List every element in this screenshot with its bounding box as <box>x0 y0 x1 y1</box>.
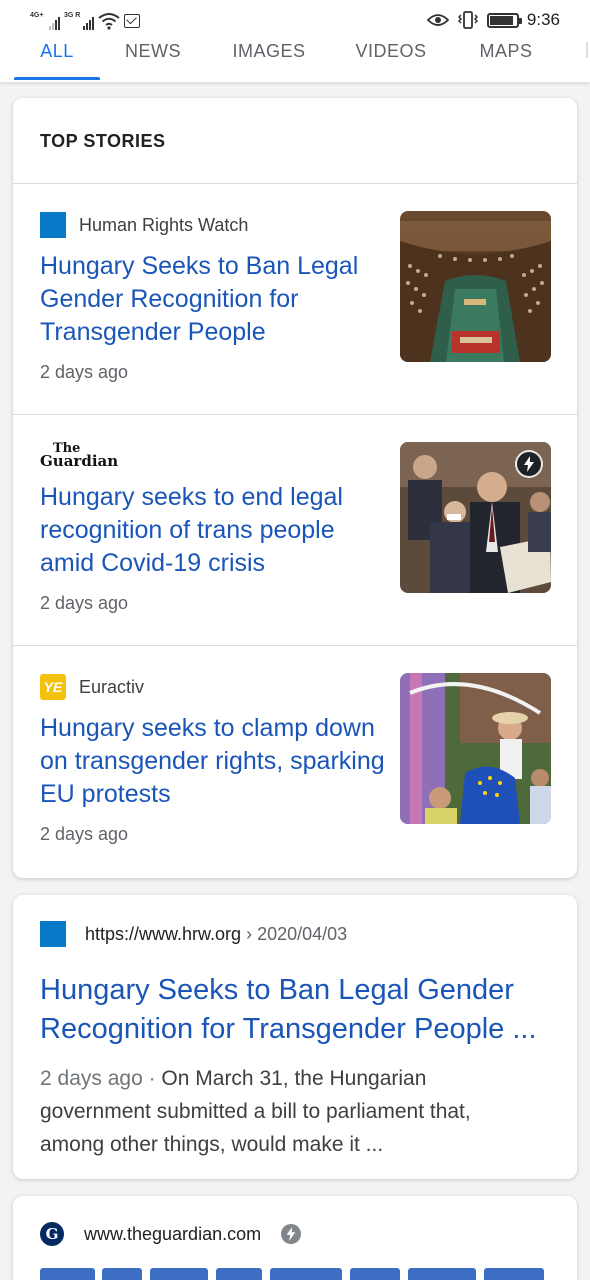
tab-videos[interactable]: VIDEOS <box>346 40 436 82</box>
battery-icon <box>486 12 522 28</box>
active-tab-indicator <box>14 77 100 80</box>
result-domain: https://www.hrw.org <box>85 923 242 944</box>
wifi-icon <box>98 13 120 30</box>
result-source[interactable]: https://www.hrw.org › 2020/04/03 <box>40 921 347 947</box>
search-result: www.theguardian.com <box>13 1196 577 1280</box>
result-url: https://www.hrw.org › 2020/04/03 <box>85 924 347 945</box>
tab-label: ALL <box>40 41 74 61</box>
tab-news[interactable]: NEWS <box>115 40 191 82</box>
tab-label: MAPS <box>479 41 533 61</box>
result-source[interactable]: www.theguardian.com <box>40 1222 302 1246</box>
status-bar: 4G+ 3G R 9:36 <box>0 0 590 40</box>
story-source: YE Euractiv <box>40 674 144 700</box>
story-headline[interactable]: Hungary seeks to end legal recognition o… <box>40 481 385 580</box>
story-age: 2 days ago <box>40 362 129 382</box>
network-type-label: 3G R <box>64 12 81 19</box>
source-name: Human Rights Watch <box>79 214 249 235</box>
story-headline[interactable]: Hungary Seeks to Ban Legal Gender Recogn… <box>40 250 385 349</box>
vibrate-icon <box>457 11 478 29</box>
news-story[interactable]: Human Rights Watch Hungary Seeks to Ban … <box>13 184 577 415</box>
message-icon <box>124 14 140 28</box>
top-stories-card: TOP STORIES Human Rights Watch Hungary S… <box>13 98 577 878</box>
story-thumbnail[interactable] <box>400 673 551 824</box>
tab-overflow[interactable] <box>586 42 590 58</box>
result-path: › 2020/04/03 <box>246 923 348 944</box>
status-left: 4G+ 3G R <box>30 10 140 30</box>
separator: · <box>142 1067 162 1090</box>
amp-badge-icon <box>517 452 541 476</box>
euractiv-favicon-icon: YE <box>40 674 66 700</box>
result-domain: www.theguardian.com <box>84 1223 262 1244</box>
hrw-favicon-icon <box>40 921 66 947</box>
result-snippet: 2 days ago · On March 31, the Hungarian … <box>40 1062 540 1161</box>
search-tabs: ALL NEWS IMAGES VIDEOS MAPS <box>0 40 590 82</box>
story-headline[interactable]: Hungary seeks to clamp down on transgend… <box>40 712 385 811</box>
signal-icon: 4G+ <box>30 12 60 30</box>
search-result: https://www.hrw.org › 2020/04/03 Hungary… <box>13 895 577 1179</box>
amp-icon <box>281 1224 302 1244</box>
story-source: The Guardian <box>40 442 119 470</box>
result-date: 2 days ago <box>40 1067 143 1090</box>
result-title[interactable]: Hungary Seeks to Ban Legal Gender Recogn… <box>40 971 555 1049</box>
story-age: 2 days ago <box>40 824 129 844</box>
network-type-label: 4G+ <box>30 12 44 19</box>
story-thumbnail[interactable] <box>400 211 551 362</box>
news-story[interactable]: YE Euractiv Hungary seeks to clamp down … <box>13 646 577 877</box>
guardian-favicon-icon <box>40 1222 64 1246</box>
tab-maps[interactable]: MAPS <box>468 40 544 82</box>
tab-all[interactable]: ALL <box>14 40 100 82</box>
tab-label: VIDEOS <box>355 41 427 61</box>
signal-icon: 3G R <box>64 12 94 30</box>
logo-line: Guardian <box>40 452 119 470</box>
story-age: 2 days ago <box>40 593 129 613</box>
hrw-favicon-icon <box>40 212 66 238</box>
tab-images[interactable]: IMAGES <box>222 40 316 82</box>
source-name: Euractiv <box>79 676 145 697</box>
story-thumbnail[interactable] <box>400 442 551 593</box>
parliament-chamber-image <box>400 211 551 362</box>
eye-icon <box>426 14 449 26</box>
protest-crowd-image <box>400 673 551 824</box>
status-right: 9:36 <box>426 10 560 30</box>
guardian-logo-icon: The Guardian <box>40 442 119 470</box>
clock: 9:36 <box>526 10 560 29</box>
result-title-cut[interactable] <box>40 1268 555 1280</box>
top-stories-heading: TOP STORIES <box>13 98 577 184</box>
tab-label: IMAGES <box>232 41 306 61</box>
story-source: Human Rights Watch <box>40 212 248 238</box>
news-story[interactable]: The Guardian Hungary seeks to end legal … <box>13 415 577 646</box>
tab-label: NEWS <box>125 41 181 61</box>
